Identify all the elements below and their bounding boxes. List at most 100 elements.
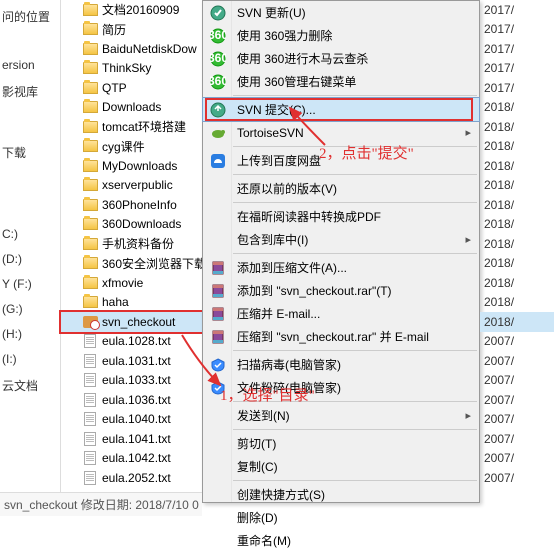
tree-item-17[interactable]: (G:) xyxy=(0,298,60,320)
file-row-thinksky[interactable]: ThinkSky xyxy=(61,59,202,79)
menu-item-23[interactable]: 发送到(N) xyxy=(203,404,479,427)
file-row-eula-2052-txt[interactable]: eula.2052.txt xyxy=(61,468,202,488)
tree-item-7[interactable] xyxy=(0,129,60,137)
tree-item-18[interactable]: (H:) xyxy=(0,323,60,345)
svn-folder-icon xyxy=(81,314,99,330)
menu-item-17[interactable]: 压缩并 E-mail... xyxy=(203,302,479,325)
date-cell: 2018/ xyxy=(480,117,554,137)
file-row-eula-1033-txt[interactable]: eula.1033.txt xyxy=(61,371,202,391)
folder-icon xyxy=(81,275,99,291)
file-row-tomcat----[interactable]: tomcat环境搭建 xyxy=(61,117,202,137)
menu-item-28[interactable]: 创建快捷方式(S) xyxy=(203,483,479,506)
file-row-xfmovie[interactable]: xfmovie xyxy=(61,273,202,293)
folder-icon xyxy=(81,80,99,96)
folder-icon xyxy=(81,294,99,310)
file-name: 360Downloads xyxy=(102,217,181,231)
tree-item-1[interactable] xyxy=(0,32,60,40)
menu-item-21[interactable]: 文件粉碎(电脑管家) xyxy=(203,376,479,399)
menu-separator xyxy=(233,146,477,147)
file-row-360downloads[interactable]: 360Downloads xyxy=(61,215,202,235)
menu-item-16[interactable]: 添加到 "svn_checkout.rar"(T) xyxy=(203,279,479,302)
menu-item-29[interactable]: 删除(D) xyxy=(203,506,479,529)
tree-item-11[interactable] xyxy=(0,190,60,198)
tree-item-0[interactable]: 问的位置 xyxy=(0,4,60,29)
menu-item-2[interactable]: 360使用 360进行木马云查杀 xyxy=(203,47,479,70)
menu-item-8[interactable]: 上传到百度网盘 xyxy=(203,149,479,172)
tree-item-4[interactable]: 影视库 xyxy=(0,79,60,104)
tree-item-3[interactable]: ersion xyxy=(0,54,60,76)
file-row-cyg--[interactable]: cyg课件 xyxy=(61,137,202,157)
menu-item-1[interactable]: 360使用 360强力删除 xyxy=(203,24,479,47)
file-name: eula.2052.txt xyxy=(102,471,171,485)
file-name: 360PhoneInfo xyxy=(102,198,177,212)
baidu-icon xyxy=(206,151,230,171)
file-row-360-------[interactable]: 360安全浏览器下载 xyxy=(61,254,202,274)
file-row-mydownloads[interactable]: MyDownloads xyxy=(61,156,202,176)
file-name: eula.1031.txt xyxy=(102,354,171,368)
date-cell: 2018/ xyxy=(480,215,554,235)
rar-icon xyxy=(206,281,230,301)
file-row-eula-1041-txt[interactable]: eula.1041.txt xyxy=(61,429,202,449)
svg-text:360: 360 xyxy=(210,28,226,42)
svncommit-icon xyxy=(206,100,230,120)
menu-label: 压缩到 "svn_checkout.rar" 并 E-mail xyxy=(237,328,429,345)
file-name: eula.1042.txt xyxy=(102,451,171,465)
file-row-eula-1040-txt[interactable]: eula.1040.txt xyxy=(61,410,202,430)
file-row-eula-1036-txt[interactable]: eula.1036.txt xyxy=(61,390,202,410)
tree-item-16[interactable]: Y (F:) xyxy=(0,273,60,295)
tree-item-2[interactable] xyxy=(0,43,60,51)
file-row-xserverpublic[interactable]: xserverpublic xyxy=(61,176,202,196)
file-row-downloads[interactable]: Downloads xyxy=(61,98,202,118)
menu-item-26[interactable]: 复制(C) xyxy=(203,455,479,478)
menu-item-25[interactable]: 剪切(T) xyxy=(203,432,479,455)
tree-item-14[interactable]: C:) xyxy=(0,223,60,245)
file-row-eula-1028-txt[interactable]: eula.1028.txt xyxy=(61,332,202,352)
date-cell: 2007/ xyxy=(480,371,554,391)
menu-item-10[interactable]: 还原以前的版本(V) xyxy=(203,177,479,200)
menu-item-5[interactable]: SVN 提交(C)... xyxy=(203,98,479,121)
tree-item-12[interactable] xyxy=(0,201,60,209)
menu-label: 压缩并 E-mail... xyxy=(237,305,320,322)
tree-item-5[interactable] xyxy=(0,107,60,115)
menu-item-6[interactable]: TortoiseSVN xyxy=(203,121,479,144)
tree-item-20[interactable]: 云文档 xyxy=(0,373,60,398)
file-row-------[interactable]: 手机资料备份 xyxy=(61,234,202,254)
file-row-eula-1042-txt[interactable]: eula.1042.txt xyxy=(61,449,202,469)
folder-icon xyxy=(81,216,99,232)
menu-label: 添加到 "svn_checkout.rar"(T) xyxy=(237,282,392,299)
blank-icon xyxy=(206,207,230,227)
menu-item-12[interactable]: 在福昕阅读器中转换成PDF xyxy=(203,205,479,228)
text-file-icon xyxy=(81,333,99,349)
file-row-haha[interactable]: haha xyxy=(61,293,202,313)
file-row-svn-checkout[interactable]: svn_checkout xyxy=(61,312,202,332)
menu-item-18[interactable]: 压缩到 "svn_checkout.rar" 并 E-mail xyxy=(203,325,479,348)
tree-item-13[interactable] xyxy=(0,212,60,220)
file-row---20160909[interactable]: 文档20160909 xyxy=(61,0,202,20)
rar-icon xyxy=(206,304,230,324)
text-file-icon xyxy=(81,392,99,408)
menu-item-0[interactable]: SVN 更新(U) xyxy=(203,1,479,24)
date-cell: 2017/ xyxy=(480,78,554,98)
menu-label: SVN 提交(C)... xyxy=(237,101,316,118)
tree-item-8[interactable]: 下载 xyxy=(0,140,60,165)
menu-item-13[interactable]: 包含到库中(I) xyxy=(203,228,479,251)
file-row-qtp[interactable]: QTP xyxy=(61,78,202,98)
menu-item-15[interactable]: 添加到压缩文件(A)... xyxy=(203,256,479,279)
menu-item-30[interactable]: 重命名(M) xyxy=(203,529,479,552)
folder-icon xyxy=(81,255,99,271)
menu-item-3[interactable]: 360使用 360管理右键菜单 xyxy=(203,70,479,93)
file-row-360phoneinfo[interactable]: 360PhoneInfo xyxy=(61,195,202,215)
tree-item-9[interactable] xyxy=(0,168,60,176)
file-row-baidunetdiskdow[interactable]: BaiduNetdiskDow xyxy=(61,39,202,59)
file-name: eula.1033.txt xyxy=(102,373,171,387)
file-row---[interactable]: 简历 xyxy=(61,20,202,40)
file-row-eula-1031-txt[interactable]: eula.1031.txt xyxy=(61,351,202,371)
tree-item-15[interactable]: (D:) xyxy=(0,248,60,270)
tree-item-6[interactable] xyxy=(0,118,60,126)
tree-item-19[interactable]: (I:) xyxy=(0,348,60,370)
file-name: svn_checkout xyxy=(102,315,175,329)
file-list-pane: 文档20160909简历BaiduNetdiskDowThinkSkyQTPDo… xyxy=(61,0,202,492)
tree-item-10[interactable] xyxy=(0,179,60,187)
date-cell: 2018/ xyxy=(480,156,554,176)
menu-item-20[interactable]: 扫描病毒(电脑管家) xyxy=(203,353,479,376)
